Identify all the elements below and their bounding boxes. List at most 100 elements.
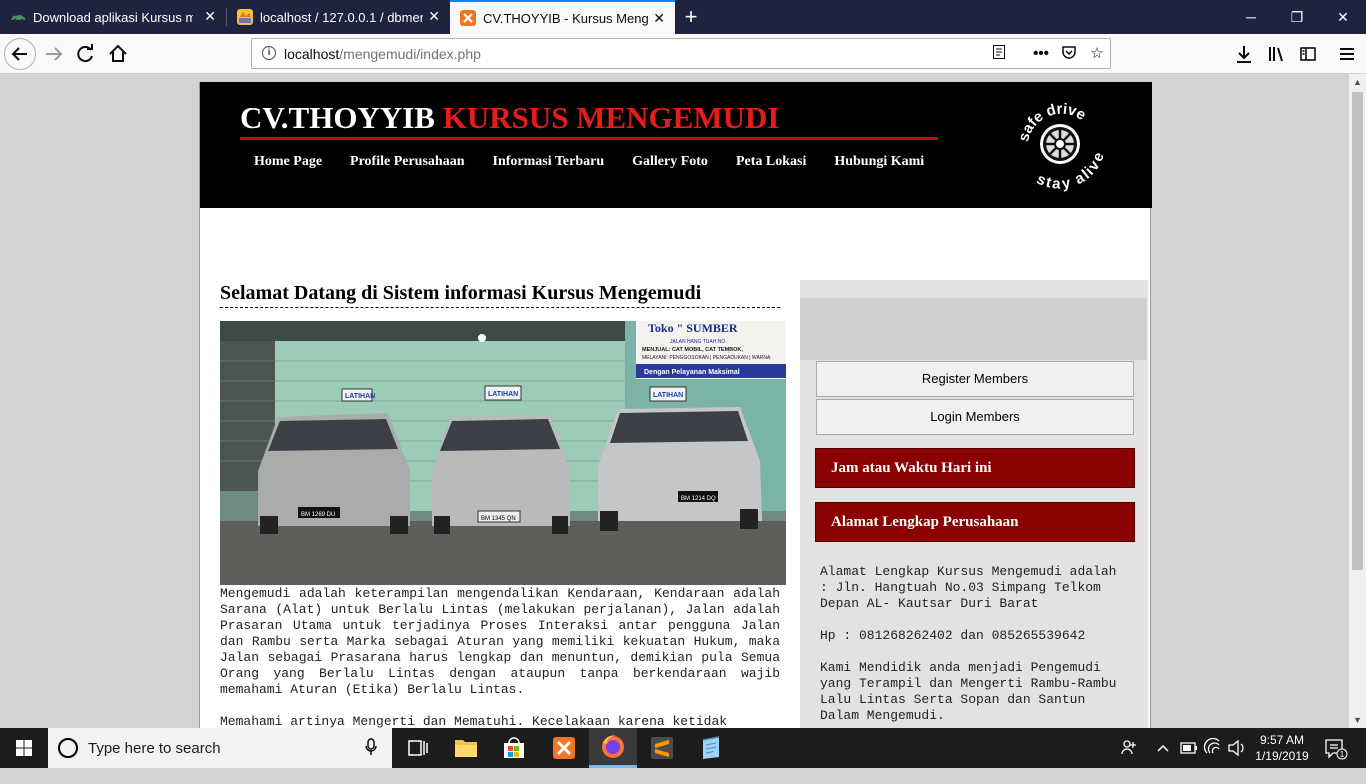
notification-count: 1 [1340, 750, 1345, 759]
xampp-icon[interactable] [540, 728, 588, 768]
bookmark-star-icon[interactable]: ☆ [1087, 44, 1107, 64]
shop-sign-line: JALAN HANG TUAH NO. [670, 339, 727, 345]
firefox-icon[interactable] [589, 728, 637, 768]
site-header: CV.THOYYIB KURSUS MENGEMUDI Home Page Pr… [200, 82, 1152, 208]
battery-icon[interactable] [1178, 728, 1200, 768]
url-host: localhost [284, 46, 340, 62]
close-tab-icon[interactable]: ✕ [428, 8, 440, 24]
cortana-icon [58, 738, 78, 758]
url-text[interactable]: localhost/mengemudi/index.php [284, 46, 481, 62]
menu-contact[interactable]: Hubungi Kami [834, 154, 924, 170]
forward-arrow-icon[interactable] [40, 40, 68, 68]
shop-sign-text: Toko " SUMBER [648, 321, 738, 335]
menu-news[interactable]: Informasi Terbaru [493, 154, 605, 170]
close-tab-icon[interactable]: ✕ [653, 10, 665, 26]
volume-icon[interactable] [1226, 728, 1248, 768]
search-placeholder: Type here to search [88, 740, 221, 757]
scroll-up-icon[interactable]: ▲ [1349, 74, 1366, 90]
tab-label: localhost / 127.0.0.1 / dbmeng [260, 9, 423, 25]
sidebar-top-panel [800, 298, 1147, 360]
clock-time: 9:57 AM [1259, 733, 1305, 747]
tab-label: Download aplikasi Kursus meng [33, 9, 193, 25]
menu-hamburger-icon[interactable] [1333, 40, 1361, 68]
restore-icon[interactable]: ❐ [1274, 0, 1320, 34]
scrollbar-thumb[interactable] [1352, 92, 1363, 570]
login-members-button[interactable]: Login Members [816, 399, 1134, 435]
sublime-text-icon[interactable] [638, 728, 686, 768]
intro-paragraph: Memahami artinya Mengerti dan Mematuhi. … [220, 714, 728, 728]
sidebar-toggle-icon[interactable] [1294, 40, 1322, 68]
downloads-icon[interactable] [1230, 40, 1258, 68]
store-icon[interactable] [490, 728, 538, 768]
phpmyadmin-favicon-icon [237, 9, 253, 25]
intro-paragraph: Mengemudi adalah keterampilan mengendali… [220, 586, 780, 697]
logo-underline [240, 137, 938, 140]
logo-company: CV.THOYYIB [240, 100, 443, 135]
car-sign-text: LATIHAN [653, 392, 683, 399]
tagline-paragraph: Kami Mendidik anda menjadi Pengemudi yan… [820, 660, 1117, 723]
wheel-icon [1040, 124, 1080, 164]
home-icon[interactable] [104, 40, 132, 68]
intro-text: Mengemudi adalah keterampilan mengendali… [220, 586, 780, 728]
sidebar: Register Members Login Members Jam atau … [800, 280, 1148, 728]
address-heading: Alamat Lengkap Perusahaan [815, 502, 1135, 542]
windows-start-icon[interactable] [0, 728, 48, 768]
minimize-icon[interactable]: ─ [1228, 0, 1274, 34]
tab-download[interactable]: Download aplikasi Kursus meng ✕ [0, 0, 226, 34]
taskbar-clock[interactable]: 9:57 AM 1/19/2019 [1252, 732, 1312, 764]
close-tab-icon[interactable]: ✕ [204, 8, 216, 24]
phone-paragraph: Hp : 081268262402 dan 085265539642 [820, 628, 1086, 643]
address-bar[interactable]: i localhost/mengemudi/index.php ••• ☆ [251, 38, 1111, 69]
menu-gallery[interactable]: Gallery Foto [632, 154, 708, 170]
tray-chevron-icon[interactable] [1154, 728, 1172, 768]
clock-date: 1/19/2019 [1255, 749, 1309, 763]
microphone-icon[interactable] [364, 738, 378, 760]
shop-sign-line: MENJUAL: CAT MOBIL, CAT TEMBOK, [642, 347, 743, 353]
tab-label: CV.THOYYIB - Kursus Mengem [483, 10, 648, 26]
shop-sign-line: Dengan Pelayanan Maksimal [644, 369, 740, 376]
people-icon[interactable] [1118, 728, 1140, 768]
page-actions-icon[interactable]: ••• [1031, 44, 1051, 64]
site-logo[interactable]: CV.THOYYIB KURSUS MENGEMUDI [240, 100, 779, 136]
windows-taskbar: Type here to search 9:57 AM 1/19/2019 1 [0, 728, 1366, 768]
address-text: Alamat Lengkap Kursus Mengemudi adalah :… [820, 564, 1130, 728]
site-info-icon[interactable]: i [262, 46, 276, 60]
time-heading: Jam atau Waktu Hari ini [815, 448, 1135, 488]
library-icon[interactable] [1262, 40, 1290, 68]
tab-current[interactable]: CV.THOYYIB - Kursus Mengem ✕ [450, 0, 675, 34]
back-arrow-icon[interactable] [4, 38, 36, 70]
plate-text: BM 1214 DQ [681, 496, 716, 502]
plate-text: BM 1345 QN [481, 516, 516, 522]
logo-title: KURSUS MENGEMUDI [442, 100, 780, 135]
taskbar-search[interactable]: Type here to search [48, 728, 392, 768]
pocket-icon[interactable] [1059, 44, 1079, 64]
file-explorer-icon[interactable] [442, 728, 490, 768]
site-container: CV.THOYYIB KURSUS MENGEMUDI Home Page Pr… [199, 82, 1152, 728]
address-paragraph: Alamat Lengkap Kursus Mengemudi adalah :… [820, 564, 1117, 611]
close-window-icon[interactable]: ✕ [1320, 0, 1366, 34]
wifi-icon[interactable] [1202, 728, 1224, 768]
reader-view-icon[interactable] [989, 44, 1009, 64]
task-view-icon[interactable] [394, 728, 442, 768]
shop-sign-line: MELAYANI: PENGGOSOKAN | PENGADUKAN | WAR… [642, 355, 771, 361]
register-members-button[interactable]: Register Members [816, 361, 1134, 397]
menu-map[interactable]: Peta Lokasi [736, 154, 806, 170]
scroll-down-icon[interactable]: ▼ [1349, 712, 1366, 728]
menu-profile[interactable]: Profile Perusahaan [350, 154, 464, 170]
browser-toolbar: i localhost/mengemudi/index.php ••• ☆ [0, 34, 1366, 74]
page-scrollbar[interactable]: ▲ ▼ [1349, 74, 1366, 728]
car-sign-text: LATIHAN [488, 391, 518, 398]
browser-tab-strip: Download aplikasi Kursus meng ✕ localhos… [0, 0, 1366, 34]
new-tab-icon[interactable]: + [680, 4, 702, 30]
notepad-icon[interactable] [687, 728, 735, 768]
reload-icon[interactable] [72, 40, 100, 68]
welcome-title: Selamat Datang di Sistem informasi Kursu… [220, 282, 780, 308]
action-center-icon[interactable]: 1 [1320, 728, 1350, 768]
plate-text: BM 1269 DU [301, 512, 335, 518]
car-sign-text: LATIHAN [345, 393, 375, 400]
main-menu: Home Page Profile Perusahaan Informasi T… [254, 154, 952, 170]
page-viewport: CV.THOYYIB KURSUS MENGEMUDI Home Page Pr… [0, 74, 1349, 728]
menu-home[interactable]: Home Page [254, 154, 322, 170]
main-content: Selamat Datang di Sistem informasi Kursu… [220, 282, 786, 728]
tab-phpmyadmin[interactable]: localhost / 127.0.0.1 / dbmeng ✕ [227, 0, 450, 34]
